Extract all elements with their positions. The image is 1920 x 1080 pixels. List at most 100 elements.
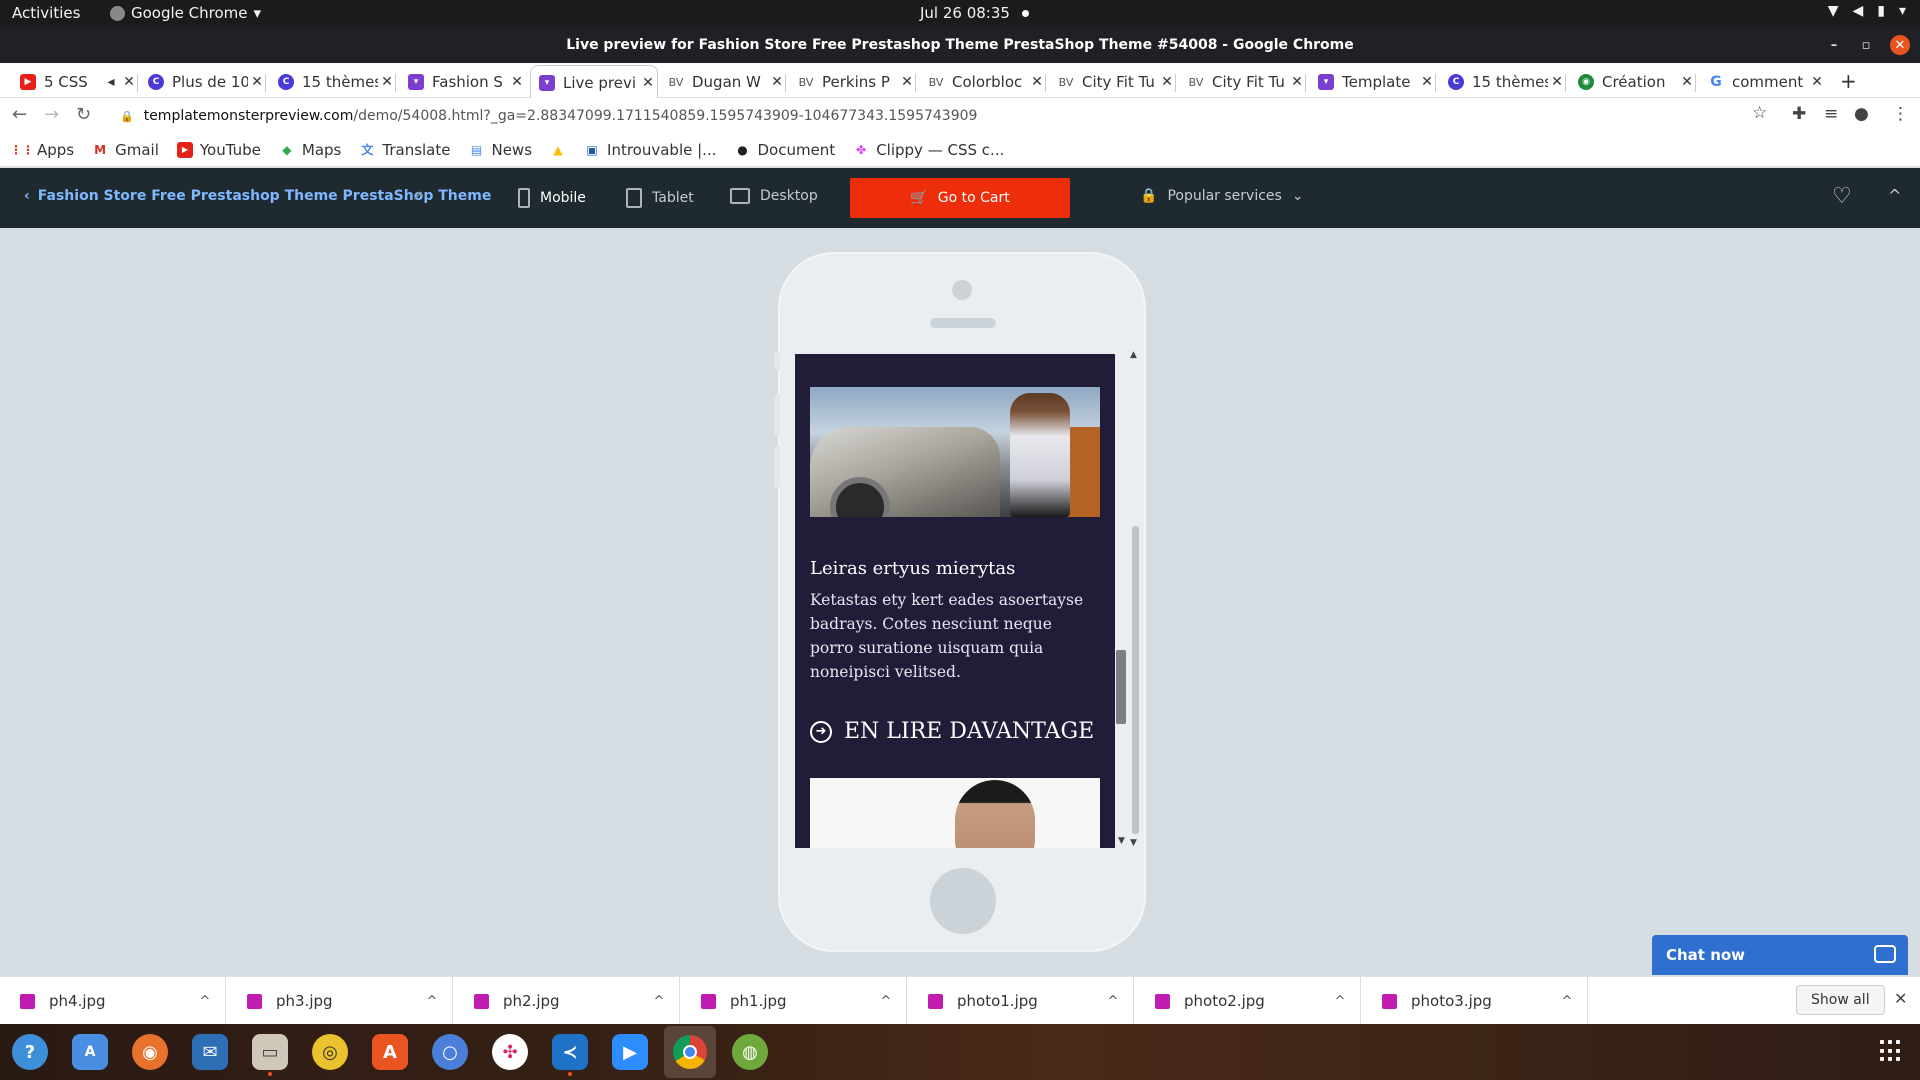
close-tab-icon[interactable]: ✕: [248, 74, 266, 90]
translate-app-icon[interactable]: A: [72, 1034, 108, 1070]
avatar[interactable]: ●: [1854, 104, 1869, 124]
tab[interactable]: BV Dugan W ✕: [660, 66, 786, 98]
external-link-icon[interactable]: ↗: [412, 188, 424, 204]
tab[interactable]: C 15 thèmes ✕: [1440, 66, 1566, 98]
tab[interactable]: BV Colorbloc ✕: [920, 66, 1046, 98]
chevron-up-icon[interactable]: ^: [1888, 186, 1901, 205]
tab[interactable]: ▾ Template ✕: [1310, 66, 1436, 98]
close-tab-icon[interactable]: ✕: [378, 74, 396, 90]
chevron-up-icon[interactable]: ^: [866, 994, 906, 1009]
minimize-icon[interactable]: –: [1822, 33, 1846, 57]
bookmark-news[interactable]: ▤ News: [468, 141, 532, 159]
files-icon[interactable]: ▭: [252, 1034, 288, 1076]
bookmark-document[interactable]: ● Document: [734, 141, 835, 159]
chat-now-button[interactable]: Chat now: [1652, 935, 1908, 975]
chrome-icon[interactable]: [664, 1026, 716, 1078]
extensions-icon[interactable]: ✚: [1792, 104, 1806, 124]
speaker-icon[interactable]: ◂: [102, 74, 120, 90]
chromium-icon[interactable]: ○: [432, 1034, 468, 1070]
close-tab-icon[interactable]: ✕: [1548, 74, 1566, 90]
download-item[interactable]: ph2.jpg ^: [454, 977, 680, 1025]
read-more-link[interactable]: ➜ EN LIRE DAVANTAGE: [810, 719, 1094, 744]
scroll-up-arrow-icon[interactable]: ▲: [1130, 350, 1137, 360]
close-tab-icon[interactable]: ✕: [898, 74, 916, 90]
page-scrollbar[interactable]: ▲ ▼: [1130, 350, 1140, 848]
software-center-icon[interactable]: A: [372, 1034, 408, 1070]
bookmark-gmail[interactable]: M Gmail: [92, 141, 159, 159]
close-icon[interactable]: ✕: [1894, 989, 1907, 1008]
vscode-icon[interactable]: ≺: [552, 1034, 588, 1076]
scroll-down-arrow-icon[interactable]: ▼: [1130, 838, 1137, 848]
rhythmbox-icon[interactable]: ◎: [312, 1034, 348, 1070]
download-item[interactable]: ph4.jpg ^: [0, 977, 226, 1025]
forward-arrow-icon[interactable]: →: [44, 104, 59, 125]
chevron-up-icon[interactable]: ^: [1547, 994, 1587, 1009]
chevron-up-icon[interactable]: ^: [185, 994, 225, 1009]
close-tab-icon[interactable]: ✕: [1158, 74, 1176, 90]
close-tab-icon[interactable]: ✕: [768, 74, 786, 90]
tab[interactable]: BV City Fit Tu ✕: [1050, 66, 1176, 98]
tab[interactable]: ▾ Fashion S ✕: [400, 66, 526, 98]
bookmark-clippy[interactable]: ✤ Clippy — CSS c...: [853, 141, 1004, 159]
activities-button[interactable]: Activities: [12, 4, 80, 22]
app-menu[interactable]: Google Chrome ▾: [110, 4, 261, 22]
tab[interactable]: ◉ Création ✕: [1570, 66, 1696, 98]
zoom-icon[interactable]: ▶: [612, 1034, 648, 1070]
back-arrow-icon[interactable]: ←: [12, 104, 27, 125]
close-tab-icon[interactable]: ✕: [508, 74, 526, 90]
slack-icon[interactable]: ✣: [492, 1034, 528, 1070]
tab[interactable]: BV City Fit Tu ✕: [1180, 66, 1306, 98]
show-all-downloads-button[interactable]: Show all: [1796, 985, 1885, 1015]
bookmark-youtube[interactable]: ▶ YouTube: [176, 141, 261, 159]
inner-scrollbar-thumb[interactable]: [1116, 650, 1126, 724]
download-item[interactable]: ph1.jpg ^: [681, 977, 907, 1025]
download-item[interactable]: photo3.jpg ^: [1362, 977, 1588, 1025]
thunderbird-icon[interactable]: ✉: [192, 1034, 228, 1070]
system-tray[interactable]: ▼ ◀ ▮ ▾: [1828, 3, 1906, 19]
tab[interactable]: C Plus de 10 ✕: [140, 66, 266, 98]
heart-icon[interactable]: ♡: [1832, 184, 1852, 209]
close-tab-icon[interactable]: ✕: [1808, 74, 1826, 90]
tab[interactable]: BV Perkins P ✕: [790, 66, 916, 98]
device-desktop-button[interactable]: Desktop: [730, 188, 818, 204]
device-tablet-button[interactable]: Tablet: [626, 188, 694, 208]
show-applications-icon[interactable]: [1880, 1040, 1902, 1062]
new-tab-button[interactable]: +: [1840, 69, 1857, 93]
help-icon[interactable]: ?: [12, 1034, 48, 1070]
bookmark-translate[interactable]: 文 Translate: [359, 141, 450, 159]
close-tab-icon[interactable]: ✕: [1678, 74, 1696, 90]
star-icon[interactable]: ☆: [1752, 103, 1767, 123]
download-item[interactable]: photo1.jpg ^: [908, 977, 1134, 1025]
close-tab-icon[interactable]: ✕: [1288, 74, 1306, 90]
close-tab-icon[interactable]: ✕: [1418, 74, 1436, 90]
device-mobile-button[interactable]: Mobile: [518, 188, 586, 208]
close-tab-icon[interactable]: ✕: [120, 74, 138, 90]
tab-active[interactable]: ▾ Live previ ✕: [530, 65, 658, 99]
clock[interactable]: Jul 26 08:35: [920, 4, 1029, 22]
tab[interactable]: Gcomment ✕: [1700, 66, 1826, 98]
bookmark-maps[interactable]: ◆ Maps: [279, 141, 341, 159]
download-item[interactable]: ph3.jpg ^: [227, 977, 453, 1025]
close-tab-icon[interactable]: ✕: [1028, 74, 1046, 90]
media-icon[interactable]: ≡: [1824, 104, 1838, 124]
go-to-cart-button[interactable]: 🛒 Go to Cart: [850, 178, 1070, 218]
mobile-preview-screen[interactable]: Leiras ertyus mierytas Ketastas ety kert…: [795, 354, 1115, 848]
bookmark-introuvable[interactable]: ▣ Introuvable |...: [584, 141, 716, 159]
chevron-up-icon[interactable]: ^: [1320, 994, 1360, 1009]
chevron-up-icon[interactable]: ^: [639, 994, 679, 1009]
reload-icon[interactable]: ↻: [76, 104, 91, 125]
tab[interactable]: C 15 thèmes ✕: [270, 66, 396, 98]
firefox-icon[interactable]: ◉: [132, 1034, 168, 1070]
tab[interactable]: ▶ 5 CSS ◂ ✕: [12, 66, 138, 98]
bookmark-apps[interactable]: ⋮⋮ Apps: [10, 141, 74, 159]
inner-scroll-down-arrow-icon[interactable]: ▼: [1118, 836, 1125, 846]
chevron-up-icon[interactable]: ^: [1093, 994, 1133, 1009]
chevron-up-icon[interactable]: ^: [412, 994, 452, 1009]
globe-app-icon[interactable]: ◍: [732, 1034, 768, 1070]
bookmark-drive[interactable]: ▲: [550, 142, 566, 158]
maximize-icon[interactable]: ▫: [1854, 33, 1878, 57]
popular-services-dropdown[interactable]: 🔒 Popular services ⌄: [1140, 188, 1304, 204]
scrollbar-thumb[interactable]: [1132, 526, 1139, 834]
close-window-icon[interactable]: ✕: [1890, 35, 1910, 55]
download-item[interactable]: photo2.jpg ^: [1135, 977, 1361, 1025]
